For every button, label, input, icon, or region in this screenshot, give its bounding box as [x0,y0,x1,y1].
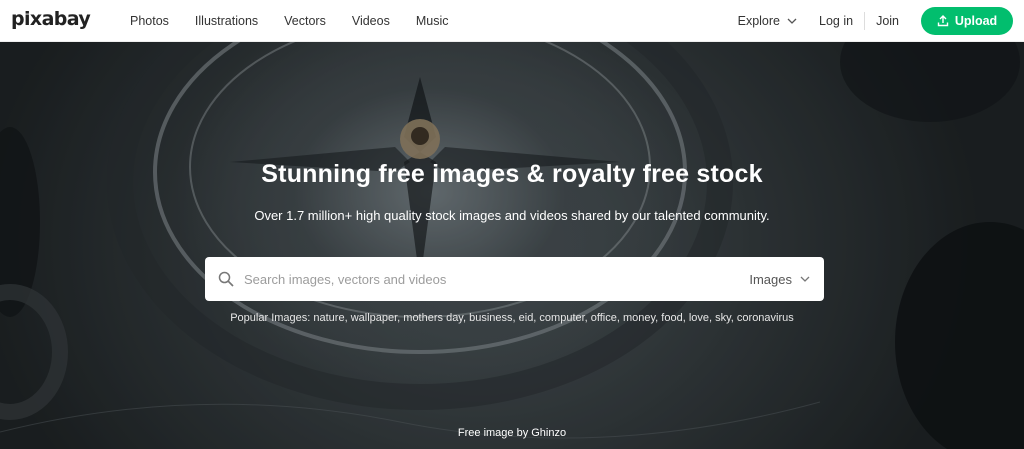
search-type-label: Images [749,271,792,287]
upload-button[interactable]: Upload [921,7,1013,35]
header-actions: Explore Log in Join Upload [738,0,1024,42]
nav-illustrations[interactable]: Illustrations [195,14,258,28]
popular-label: Popular Images: [230,312,311,324]
nav-photos[interactable]: Photos [130,14,169,28]
hero-section: Stunning free images & royalty free stoc… [0,42,1024,449]
nav-videos[interactable]: Videos [352,14,390,28]
upload-label: Upload [954,14,998,28]
search-bar: Images [205,257,824,301]
nav-music[interactable]: Music [416,14,449,28]
pixabay-logo[interactable]: pixabay [11,8,91,30]
popular-searches: Popular Images: nature, wallpaper, mothe… [0,312,1024,324]
chevron-down-icon [800,276,810,282]
image-credit[interactable]: Free image by Ghinzo [0,427,1024,439]
hero-overlay [0,42,1024,449]
search-input[interactable] [244,271,750,287]
hero-subline: Over 1.7 million+ high quality stock ima… [254,208,770,223]
nav-vectors[interactable]: Vectors [284,14,326,28]
hero-headline: Stunning free images & royalty free stoc… [261,160,763,188]
popular-terms[interactable]: nature, wallpaper, mothers day, business… [313,312,793,324]
search-type-dropdown[interactable]: Images [749,272,810,287]
explore-menu[interactable]: Explore [738,14,797,28]
search-icon [218,271,234,287]
chevron-down-icon [787,18,797,24]
join-link[interactable]: Join [876,14,899,28]
explore-label: Explore [737,14,780,28]
top-header: pixabay Photos Illustrations Vectors Vid… [0,0,1024,42]
header-divider [864,12,866,30]
main-nav: Photos Illustrations Vectors Videos Musi… [130,0,475,42]
upload-icon [937,15,949,27]
login-link[interactable]: Log in [819,14,853,28]
